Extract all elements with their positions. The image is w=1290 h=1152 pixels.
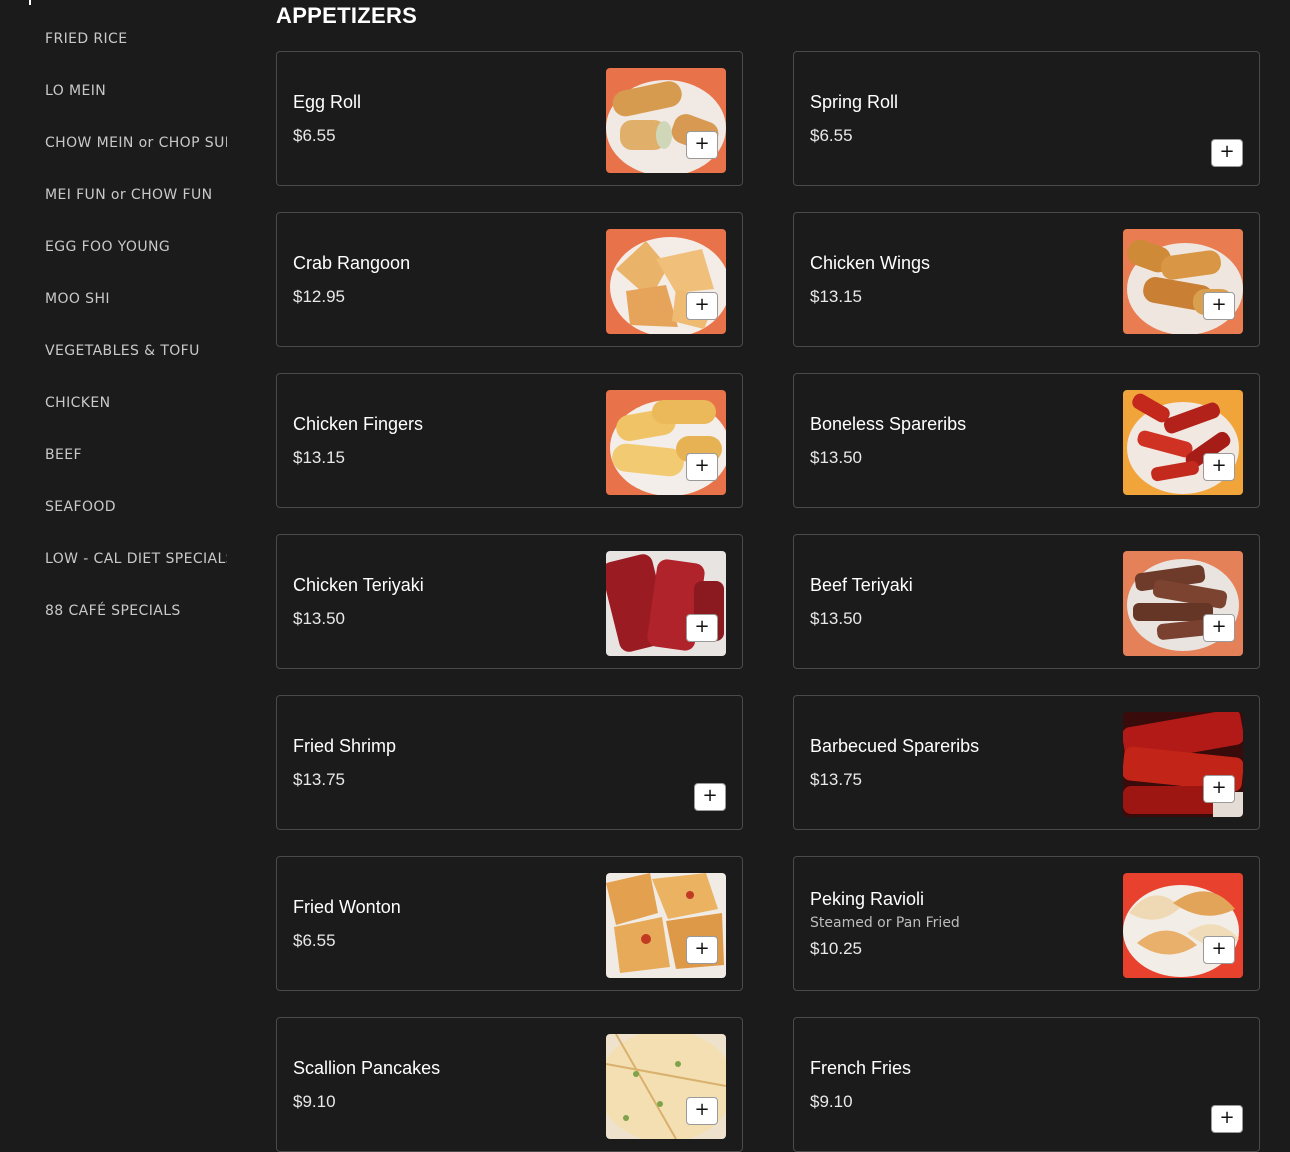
menu-item-name: Egg Roll	[293, 91, 362, 112]
menu-item-card-peking-ravioli[interactable]: Peking Ravioli Steamed or Pan Fried $10.25…	[793, 856, 1260, 991]
menu-item-text: Fried Shrimp $13.75	[293, 696, 592, 829]
add-to-cart-button[interactable]: +	[686, 292, 718, 320]
menu-item-text: Egg Roll $6.55	[293, 52, 592, 185]
menu-item-text: Fried Wonton $6.55	[293, 857, 592, 990]
menu-item-text: Chicken Fingers $13.15	[293, 374, 592, 507]
menu-item-card-fried-wonton[interactable]: Fried Wonton $6.55 +	[276, 856, 743, 991]
menu-item-card-beef-teriyaki[interactable]: Beef Teriyaki $13.50 +	[793, 534, 1260, 669]
menu-item-name: Crab Rangoon	[293, 252, 411, 273]
menu-item-name: Scallion Pancakes	[293, 1057, 441, 1078]
menu-item-price: $13.15	[810, 286, 862, 306]
sidebar-item-seafood[interactable]: SEAFOOD	[45, 492, 227, 522]
menu-item-name: Spring Roll	[810, 91, 899, 112]
menu-item-price: $13.75	[293, 769, 345, 789]
sidebar-item-egg-foo-young[interactable]: EGG FOO YOUNG	[45, 232, 227, 262]
menu-item-name: Chicken Wings	[810, 252, 931, 273]
menu-item-card-spring-roll[interactable]: Spring Roll $6.55 +	[793, 51, 1260, 186]
menu-item-text: Chicken Wings $13.15	[810, 213, 1109, 346]
menu-item-text: Chicken Teriyaki $13.50	[293, 535, 592, 668]
menu-item-name: Fried Wonton	[293, 896, 401, 917]
add-to-cart-button[interactable]: +	[686, 131, 718, 159]
add-to-cart-button[interactable]: +	[1203, 453, 1235, 481]
add-to-cart-button[interactable]: +	[1203, 614, 1235, 642]
menu-item-price: $6.55	[293, 930, 336, 950]
add-to-cart-button[interactable]: +	[1203, 775, 1235, 803]
menu-item-price: $13.50	[810, 447, 862, 467]
menu-item-card-crab-rangoon[interactable]: Crab Rangoon $12.95 +	[276, 212, 743, 347]
menu-item-text: Barbecued Spareribs $13.75	[810, 696, 1109, 829]
sidebar-item-fried-rice[interactable]: FRIED RICE	[45, 24, 227, 54]
sidebar-item-moo-shi[interactable]: MOO SHI	[45, 284, 227, 314]
menu-item-text: Scallion Pancakes $9.10	[293, 1018, 592, 1151]
menu-item-text: French Fries $9.10	[810, 1018, 1109, 1151]
menu-item-card-french-fries[interactable]: French Fries $9.10 +	[793, 1017, 1260, 1152]
menu-item-card-chicken-teriyaki[interactable]: Chicken Teriyaki $13.50 +	[276, 534, 743, 669]
add-to-cart-button[interactable]: +	[686, 1097, 718, 1125]
menu-item-text: Crab Rangoon $12.95	[293, 213, 592, 346]
menu-item-card-boneless-spareribs[interactable]: Boneless Spareribs $13.50 +	[793, 373, 1260, 508]
menu-item-price: $13.15	[293, 447, 345, 467]
add-to-cart-button[interactable]: +	[686, 453, 718, 481]
menu-item-card-scallion-pancakes[interactable]: Scallion Pancakes $9.10 +	[276, 1017, 743, 1152]
menu-item-price: $6.55	[293, 125, 336, 145]
menu-item-price: $6.55	[810, 125, 853, 145]
section-title: APPETIZERS	[276, 3, 418, 28]
sidebar-item-chicken[interactable]: CHICKEN	[45, 388, 227, 418]
sidebar-item-88-cafe-specials[interactable]: 88 CAFÉ SPECIALS	[45, 596, 227, 626]
menu-item-name: Chicken Teriyaki	[293, 574, 424, 595]
menu-item-name: Fried Shrimp	[293, 735, 397, 756]
menu-item-text: Peking Ravioli Steamed or Pan Fried $10.25	[810, 857, 1109, 990]
add-to-cart-button[interactable]: +	[694, 783, 726, 811]
menu-item-card-fried-shrimp[interactable]: Fried Shrimp $13.75 +	[276, 695, 743, 830]
menu-item-price: $12.95	[293, 286, 345, 306]
menu-item-name: Peking Ravioli	[810, 888, 925, 909]
add-to-cart-button[interactable]: +	[686, 614, 718, 642]
add-to-cart-button[interactable]: +	[1211, 139, 1243, 167]
menu-item-description: Steamed or Pan Fried	[810, 914, 960, 931]
menu-item-name: Boneless Spareribs	[810, 413, 967, 434]
menu-item-card-chicken-fingers[interactable]: Chicken Fingers $13.15 +	[276, 373, 743, 508]
menu-item-name: French Fries	[810, 1057, 912, 1078]
add-to-cart-button[interactable]: +	[1211, 1105, 1243, 1133]
menu-item-card-egg-roll[interactable]: Egg Roll $6.55 +	[276, 51, 743, 186]
sidebar-item-chow-mein[interactable]: CHOW MEIN or CHOP SUEY	[45, 128, 227, 158]
menu-item-name: Beef Teriyaki	[810, 574, 913, 595]
sidebar-item-low-cal-diet-specials[interactable]: LOW - CAL DIET SPECIALS	[45, 544, 227, 574]
menu-item-text: Spring Roll $6.55	[810, 52, 1109, 185]
menu-item-name: Chicken Fingers	[293, 413, 424, 434]
add-to-cart-button[interactable]: +	[1203, 936, 1235, 964]
category-sidebar: FRIED RICE LO MEIN CHOW MEIN or CHOP SUE…	[0, 0, 240, 1147]
menu-item-price: $10.25	[810, 938, 862, 958]
sidebar-item-beef[interactable]: BEEF	[45, 440, 227, 470]
menu-item-price: $13.50	[293, 608, 345, 628]
menu-item-name: Barbecued Spareribs	[810, 735, 980, 756]
menu-item-price: $9.10	[810, 1091, 853, 1111]
sidebar-item-mei-fun[interactable]: MEI FUN or CHOW FUN	[45, 180, 227, 210]
add-to-cart-button[interactable]: +	[686, 936, 718, 964]
menu-item-text: Boneless Spareribs $13.50	[810, 374, 1109, 507]
menu-item-card-barbecued-spareribs[interactable]: Barbecued Spareribs $13.75 +	[793, 695, 1260, 830]
menu-item-text: Beef Teriyaki $13.50	[810, 535, 1109, 668]
sidebar-item-lo-mein[interactable]: LO MEIN	[45, 76, 227, 106]
menu-item-price: $13.75	[810, 769, 862, 789]
menu-item-card-chicken-wings[interactable]: Chicken Wings $13.15 +	[793, 212, 1260, 347]
sidebar-item-vegetables-tofu[interactable]: VEGETABLES & TOFU	[45, 336, 227, 366]
add-to-cart-button[interactable]: +	[1203, 292, 1235, 320]
menu-item-price: $9.10	[293, 1091, 336, 1111]
menu-item-price: $13.50	[810, 608, 862, 628]
